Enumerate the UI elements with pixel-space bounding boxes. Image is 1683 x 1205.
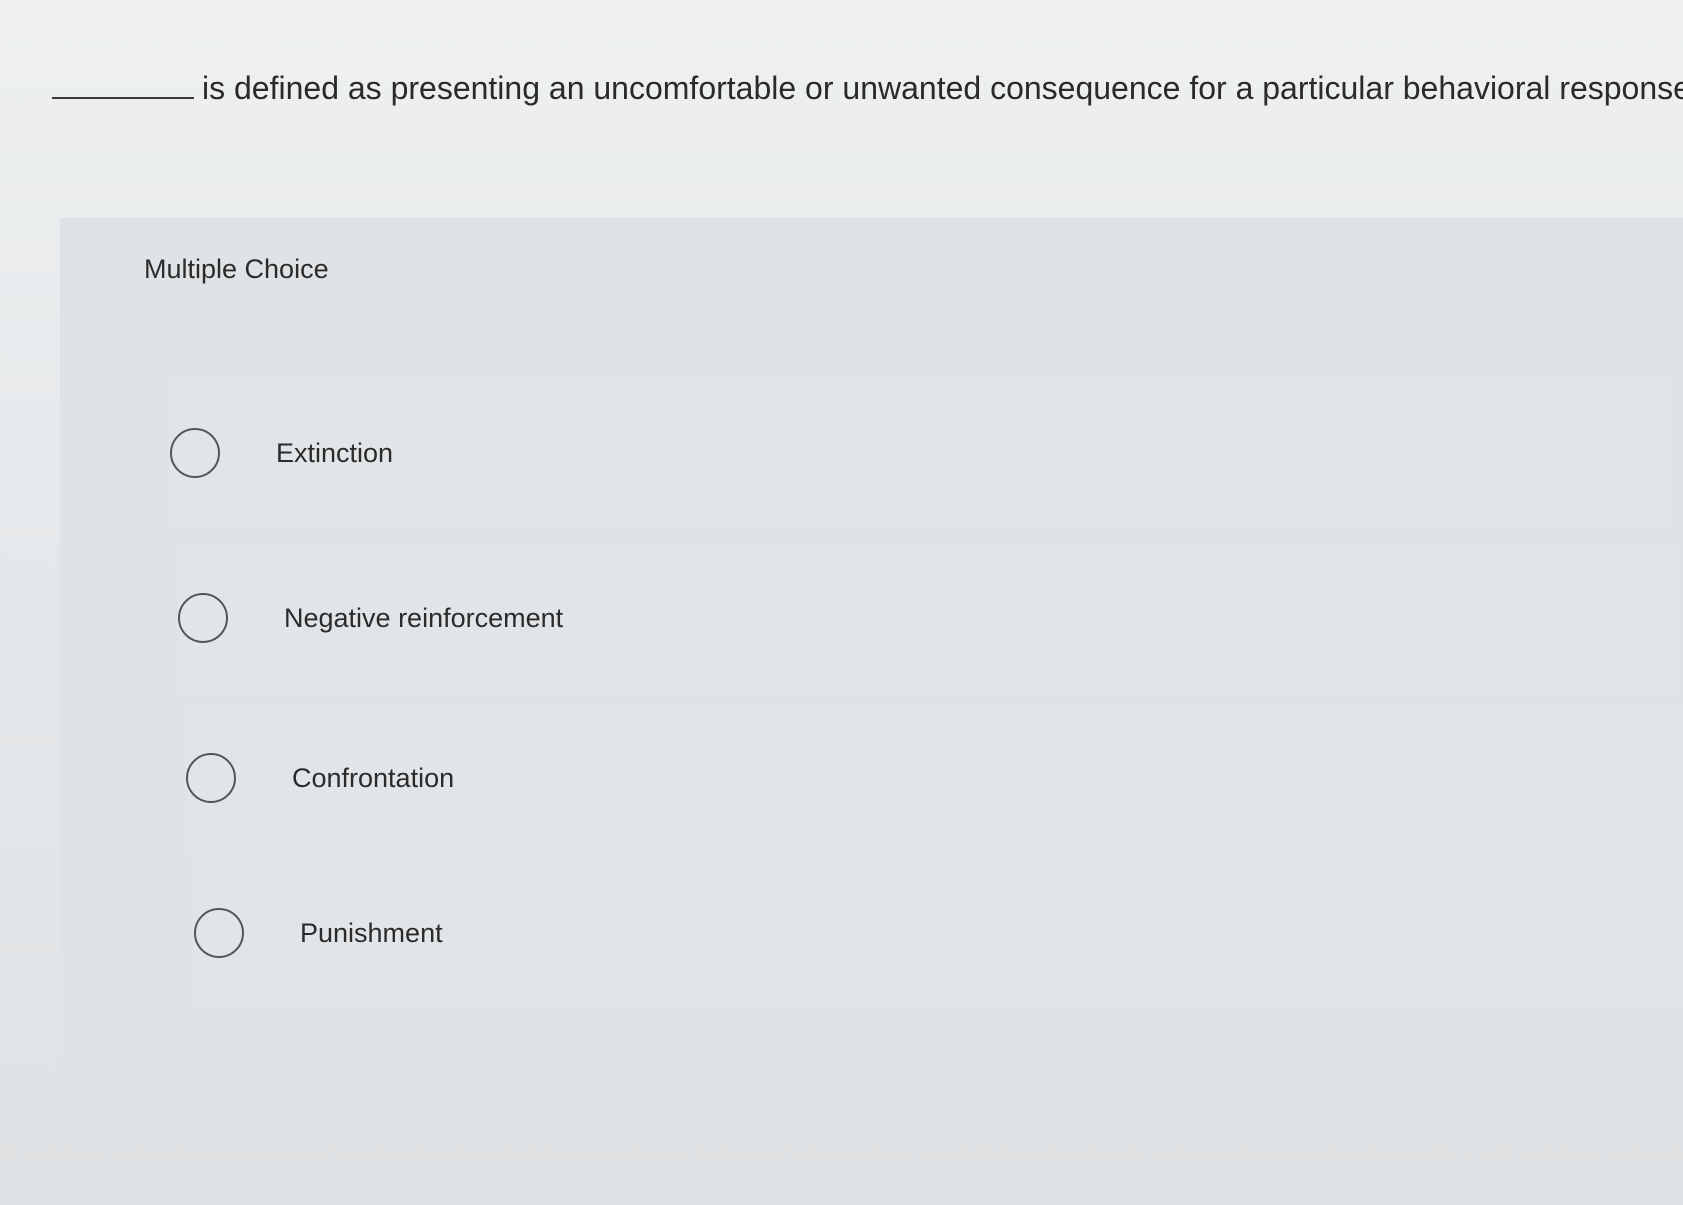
multiple-choice-panel: Multiple Choice Extinction Negative rein… <box>60 218 1683 1122</box>
option-punishment[interactable]: Punishment <box>194 858 1683 1008</box>
option-confrontation[interactable]: Confrontation <box>186 703 1683 853</box>
radio-unselected-icon[interactable] <box>186 753 236 803</box>
option-label: Confrontation <box>292 762 455 793</box>
option-label: Negative reinforcement <box>284 602 564 633</box>
radio-unselected-icon[interactable] <box>194 908 244 958</box>
option-extinction[interactable]: Extinction <box>170 378 1670 528</box>
radio-unselected-icon[interactable] <box>170 428 220 478</box>
question-type-label: Multiple Choice <box>144 254 329 284</box>
option-label: Extinction <box>276 437 394 468</box>
option-negative-reinforcement[interactable]: Negative reinforcement <box>178 543 1678 693</box>
question-text: is defined as presenting an uncomfortabl… <box>202 70 1683 106</box>
answer-blank <box>52 69 194 99</box>
radio-unselected-icon[interactable] <box>178 593 228 643</box>
question-prompt: is defined as presenting an uncomfortabl… <box>52 68 1683 108</box>
option-label: Punishment <box>300 917 443 948</box>
